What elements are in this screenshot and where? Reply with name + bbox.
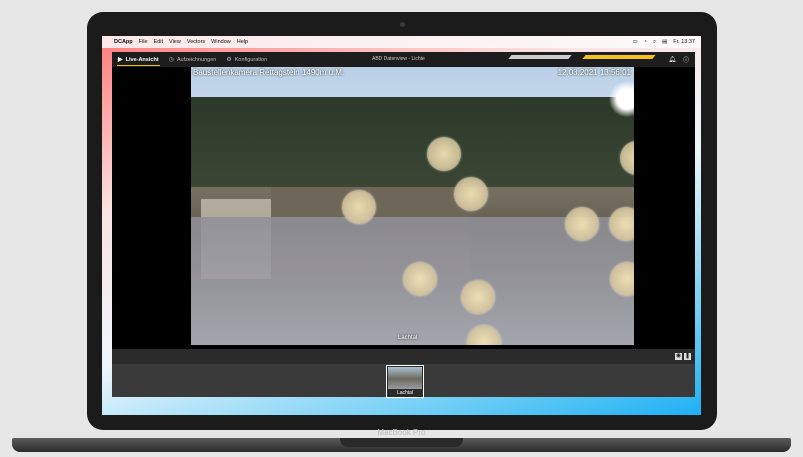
menu-help[interactable]: Help [237, 39, 248, 45]
menu-file[interactable]: File [139, 39, 148, 45]
control-center-icon[interactable]: ▤ [662, 39, 667, 45]
thumbnail-label: Lachtal [396, 390, 414, 396]
forest-scene [191, 97, 634, 187]
tab-configuration[interactable]: ⚙ Konfiguration [222, 52, 271, 67]
tab-label: Aufzeichnungen [176, 56, 217, 63]
battery-icon[interactable]: ▭ [632, 39, 637, 45]
webcam-dot [400, 22, 405, 27]
menu-edit[interactable]: Edit [154, 39, 163, 45]
play-icon: ▶ [118, 57, 123, 63]
water-drop [403, 262, 437, 296]
live-video-area: Baustellenkamera Rettagstein 1490m ü.M. … [112, 67, 695, 349]
toolbar-icons: 🔔︎ ⓘ [668, 52, 689, 67]
camera-thumbnail[interactable]: Lachtal [386, 365, 424, 398]
camera-thumbnail-strip: Lachtal [112, 364, 695, 398]
pause-icon[interactable]: ❚ [684, 353, 691, 360]
tab-label: Konfiguration [234, 56, 268, 63]
menu-vectors[interactable]: Vectors [187, 39, 205, 45]
camera-icon[interactable]: ◉ [675, 353, 682, 360]
window-title: ABD Datenview - Lichte [372, 56, 425, 62]
water-drop [342, 190, 376, 224]
bell-icon[interactable]: 🔔︎ [668, 56, 676, 63]
menubar-status: ▭ ◔ ⌕ ▤ Fr. 13:37 [632, 36, 695, 48]
wifi-icon[interactable]: ◔ [644, 39, 647, 45]
camera-location-label: Lachtal [398, 335, 418, 341]
info-icon[interactable]: ⓘ [683, 55, 689, 64]
water-drop [461, 280, 495, 314]
menu-view[interactable]: View [169, 39, 181, 45]
history-icon: ◷ [168, 57, 174, 63]
app-window: ▶ Live-Ansicht ◷ Aufzeichnungen ⚙ Konfig… [112, 52, 695, 398]
laptop-brand: MacBook Pro [377, 428, 426, 437]
camera-feed[interactable]: Baustellenkamera Rettagstein 1490m ü.M. … [191, 67, 634, 345]
menu-window[interactable]: Window [211, 39, 231, 45]
decorative-stripe-accent [582, 55, 656, 59]
macos-menubar: DCApp File Edit View Vectors Window Help… [102, 36, 701, 48]
screen: DCApp File Edit View Vectors Window Help… [102, 36, 701, 415]
app-toolbar: ▶ Live-Ansicht ◷ Aufzeichnungen ⚙ Konfig… [112, 52, 695, 67]
video-controls: ◉ ❚ [675, 353, 691, 360]
water-drop [565, 207, 599, 241]
thumbnail-image [388, 367, 422, 389]
tab-label: Live-Ansicht [125, 56, 159, 63]
camera-overlay-title: Baustellenkamera Rettagstein 1490m ü.M. [193, 68, 345, 77]
tab-live-view[interactable]: ▶ Live-Ansicht [114, 52, 163, 67]
camera-overlay-timestamp: 12.03.2021 13:56:01 [557, 68, 631, 77]
clock[interactable]: Fr. 13:37 [673, 39, 695, 45]
decorative-stripe [508, 55, 572, 59]
menu-app[interactable]: DCApp [114, 39, 133, 45]
search-icon[interactable]: ⌕ [653, 39, 656, 46]
tab-recordings[interactable]: ◷ Aufzeichnungen [165, 52, 221, 67]
water-drop [454, 177, 488, 211]
gear-icon: ⚙ [226, 57, 232, 63]
laptop-notch [340, 438, 463, 447]
water-drop [427, 137, 461, 171]
